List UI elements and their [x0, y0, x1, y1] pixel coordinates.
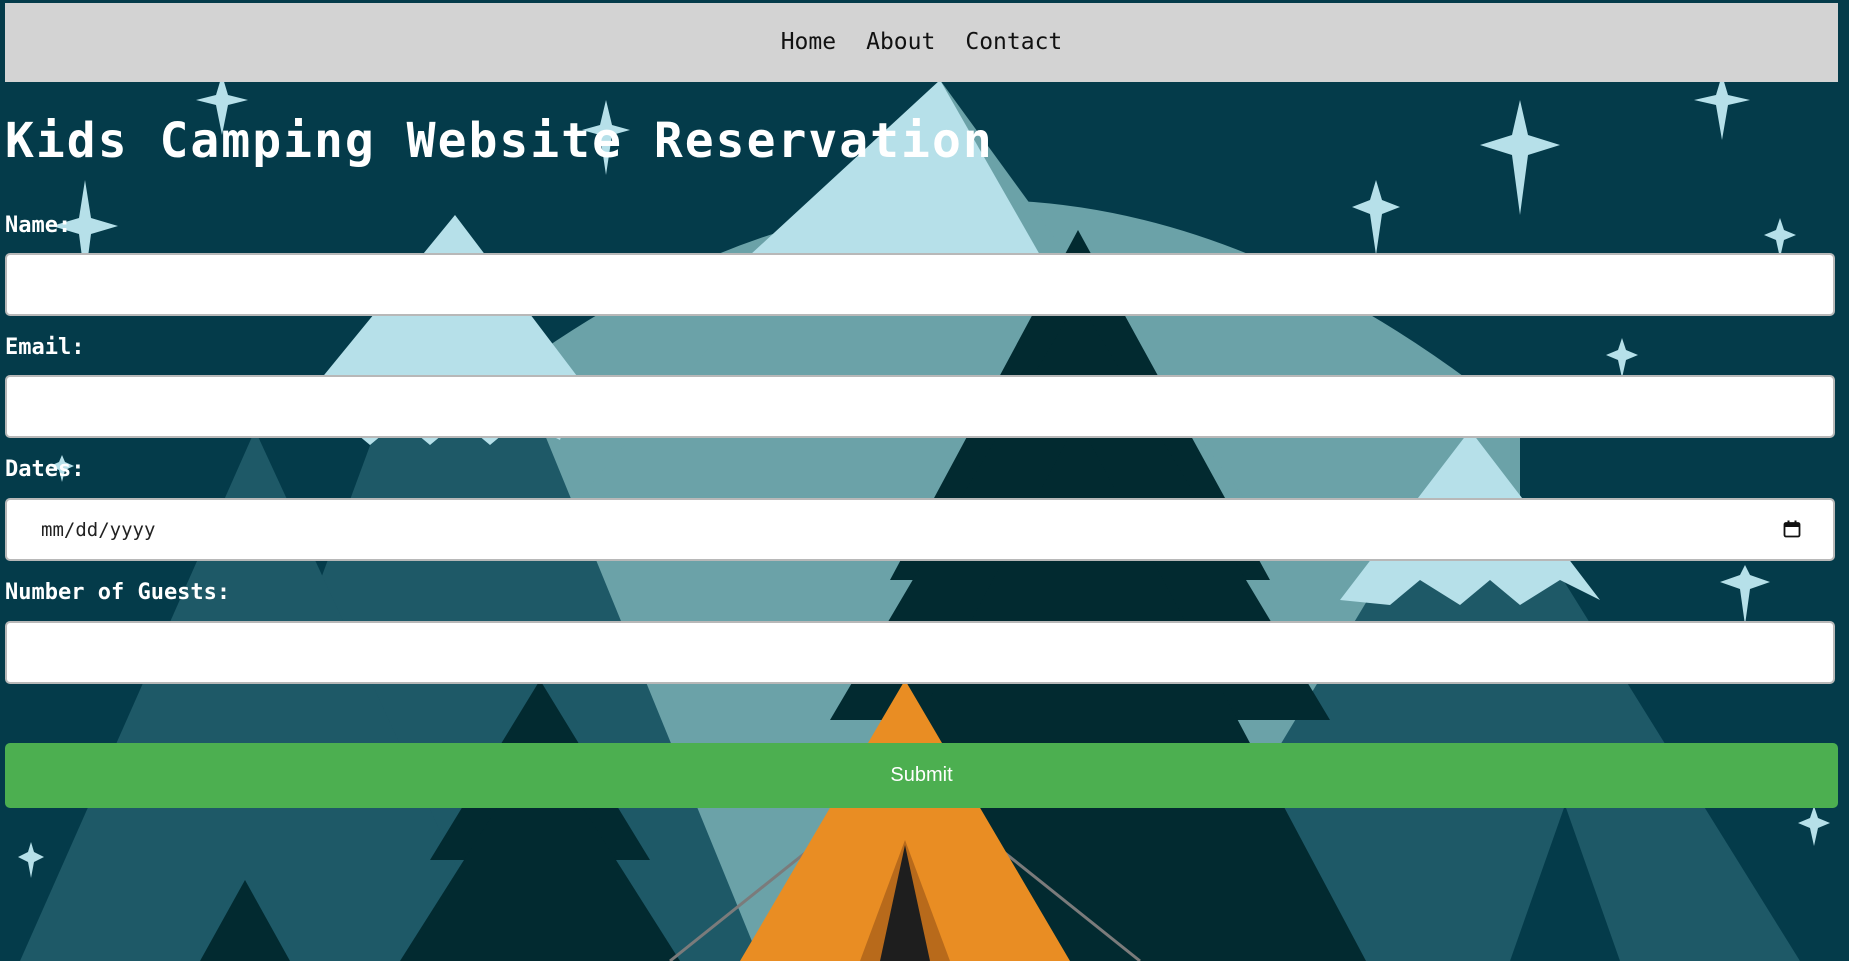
submit-button[interactable]: Submit	[5, 743, 1838, 808]
name-label: Name:	[5, 213, 72, 238]
calendar-icon[interactable]	[1783, 520, 1801, 538]
name-input[interactable]	[7, 255, 1833, 314]
guests-field-container	[5, 621, 1835, 684]
email-label: Email:	[5, 335, 85, 360]
name-field-container	[5, 253, 1835, 316]
reservation-page: Home About Contact Kids Camping Website …	[0, 0, 1849, 961]
top-navbar: Home About Contact	[5, 3, 1838, 82]
nav-link-about[interactable]: About	[866, 29, 935, 57]
dates-label: Dates:	[5, 457, 85, 482]
page-title: Kids Camping Website Reservation	[5, 113, 994, 169]
guests-input[interactable]	[7, 623, 1833, 682]
email-input[interactable]	[7, 377, 1833, 436]
dates-input[interactable]: mm/dd/yyyy	[5, 498, 1835, 561]
email-field-container	[5, 375, 1835, 438]
nav-link-home[interactable]: Home	[781, 29, 836, 57]
dates-placeholder: mm/dd/yyyy	[41, 518, 156, 541]
guests-label: Number of Guests:	[5, 580, 231, 605]
nav-link-contact[interactable]: Contact	[965, 29, 1062, 57]
